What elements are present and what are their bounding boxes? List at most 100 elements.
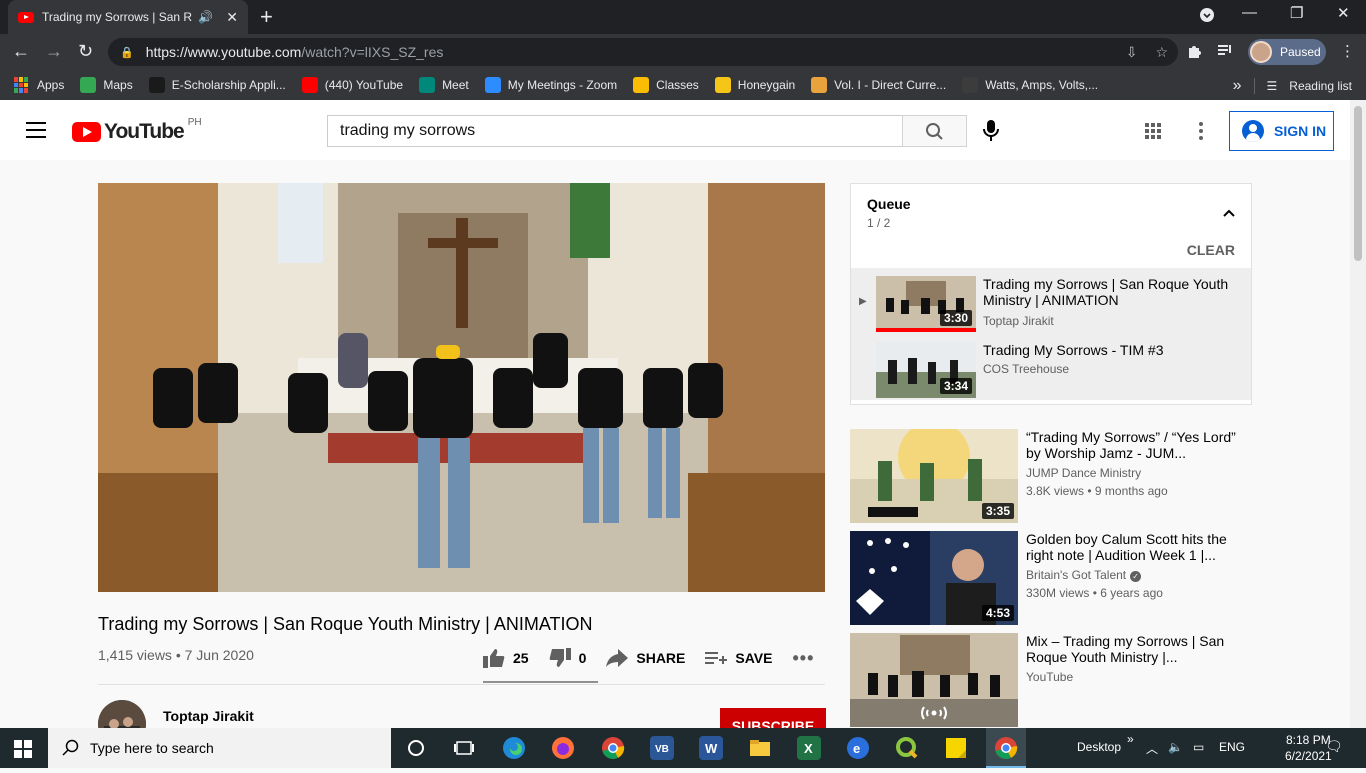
queue-thumbnail[interactable]: 3:34	[876, 342, 976, 398]
extensions-puzzle-icon[interactable]	[1186, 43, 1202, 63]
edge-icon[interactable]	[502, 736, 526, 760]
back-icon[interactable]: ←	[12, 41, 30, 61]
close-tab-icon[interactable]: ✕	[226, 9, 238, 26]
bookmark-maps[interactable]: Maps	[80, 77, 133, 93]
desktop-toolbar[interactable]: Desktop	[1077, 740, 1121, 754]
speaker-icon[interactable]: 🔊	[198, 10, 213, 24]
bookmark-meet[interactable]: Meet	[419, 77, 469, 93]
bookmark-youtube[interactable]: (440) YouTube	[301, 77, 403, 93]
media-control-icon[interactable]	[1218, 43, 1234, 61]
queue-item[interactable]: ▶ 3:30 Trading my Sorrows | San Roque Yo…	[851, 268, 1251, 334]
volume-icon[interactable]: 🔈	[1168, 740, 1183, 754]
install-app-icon[interactable]: ⇩	[1126, 44, 1138, 61]
youtube-apps-icon[interactable]	[1145, 123, 1161, 139]
forward-icon[interactable]: →	[45, 41, 63, 61]
lock-icon[interactable]: 🔒	[120, 46, 134, 59]
windows-start-icon[interactable]	[14, 740, 32, 758]
battery-icon[interactable]: ▭	[1193, 740, 1204, 754]
cortana-icon[interactable]	[404, 736, 428, 760]
bookmark-watts-amps[interactable]: Watts, Amps, Volts,...	[962, 77, 1098, 93]
task-view-icon[interactable]	[452, 736, 476, 760]
tab-title: Trading my Sorrows | San Ro	[42, 10, 192, 24]
notifications-icon[interactable]: 🗨	[1325, 738, 1343, 755]
reading-list-label[interactable]: Reading list	[1289, 79, 1352, 93]
like-button[interactable]: 25	[483, 648, 529, 668]
reading-list-icon[interactable]: ☰	[1267, 79, 1278, 93]
tab-search-icon[interactable]	[1200, 8, 1214, 26]
queue-item-title[interactable]: Trading My Sorrows - TIM #3	[983, 342, 1238, 358]
queue-item-title[interactable]: Trading my Sorrows | San Roque Youth Min…	[983, 276, 1238, 308]
svg-text:e: e	[853, 741, 860, 756]
related-thumbnail[interactable]: 3:35	[850, 429, 1018, 523]
queue-item-channel: COS Treehouse	[983, 362, 1070, 376]
bookmark-zoom[interactable]: My Meetings - Zoom	[484, 77, 617, 93]
qgis-icon[interactable]	[895, 736, 919, 760]
related-title[interactable]: Mix – Trading my Sorrows | San Roque You…	[1026, 633, 1236, 665]
lightbulb-icon	[962, 77, 979, 93]
related-mix[interactable]: Mix – Trading my Sorrows | San Roque You…	[850, 633, 1250, 727]
svg-text:X: X	[804, 741, 813, 756]
toolbar-overflow-icon[interactable]: »	[1127, 732, 1134, 746]
scrollbar-thumb[interactable]	[1354, 106, 1362, 261]
bookmark-classes[interactable]: Classes	[633, 77, 699, 93]
file-explorer-icon[interactable]	[748, 736, 772, 760]
tray-expand-icon[interactable]: ︿	[1146, 740, 1158, 757]
channel-name[interactable]: Toptap Jirakit	[163, 708, 254, 724]
related-channel[interactable]: YouTube	[1026, 670, 1073, 684]
reload-icon[interactable]: ↻	[78, 41, 93, 61]
save-button[interactable]: SAVE	[705, 650, 772, 666]
excel-icon[interactable]: X	[797, 736, 821, 760]
related-video[interactable]: 4:53 Golden boy Calum Scott hits the rig…	[850, 531, 1250, 625]
chrome-menu-icon[interactable]: ⋮	[1340, 42, 1355, 60]
page-scrollbar[interactable]	[1350, 100, 1366, 728]
voice-search-mic-icon[interactable]	[982, 120, 1000, 147]
new-tab-button[interactable]: +	[260, 5, 273, 29]
related-title[interactable]: Golden boy Calum Scott hits the right no…	[1026, 531, 1236, 563]
bookmark-star-icon[interactable]: ☆	[1155, 44, 1168, 61]
search-button[interactable]	[902, 115, 967, 147]
video-player[interactable]	[98, 183, 825, 592]
chevron-up-icon[interactable]	[1223, 204, 1235, 222]
chrome-icon[interactable]	[601, 736, 625, 760]
thumbs-up-icon	[483, 649, 505, 668]
bookmark-e-scholarship[interactable]: E-Scholarship Appli...	[148, 77, 286, 93]
svg-text:VB: VB	[655, 744, 669, 755]
sign-in-button[interactable]: SIGN IN	[1229, 111, 1334, 151]
bookmarks-overflow-icon[interactable]: »	[1233, 77, 1242, 95]
sticky-notes-icon[interactable]	[944, 736, 968, 760]
queue-clear-button[interactable]: CLEAR	[1187, 242, 1235, 258]
firefox-icon[interactable]	[551, 736, 575, 760]
related-video[interactable]: 3:35 “Trading My Sorrows” / “Yes Lord” b…	[850, 429, 1250, 523]
address-bar[interactable]: 🔒 https://www.youtube.com/watch?v=lIXS_S…	[108, 38, 1178, 66]
bookmarks-divider	[1253, 78, 1255, 94]
queue-thumbnail[interactable]: 3:30	[876, 276, 976, 332]
youtube-play-icon	[72, 122, 101, 142]
queue-item[interactable]: 3:34 Trading My Sorrows - TIM #3 COS Tre…	[851, 334, 1251, 400]
dislike-button[interactable]: 0	[549, 648, 586, 668]
browser-tab-active[interactable]: Trading my Sorrows | San Ro 🔊 ✕	[8, 0, 248, 34]
related-title[interactable]: “Trading My Sorrows” / “Yes Lord” by Wor…	[1026, 429, 1236, 461]
bookmark-apps[interactable]: Apps	[14, 77, 64, 93]
profile-button[interactable]: Paused	[1248, 39, 1326, 65]
settings-menu-icon[interactable]	[1199, 122, 1203, 143]
hamburger-menu-icon[interactable]	[26, 122, 46, 138]
vb-app-icon[interactable]: VB	[650, 736, 674, 760]
share-button[interactable]: SHARE	[606, 649, 685, 667]
mix-thumbnail[interactable]	[850, 633, 1018, 727]
bookmark-direct-current[interactable]: Vol. I - Direct Curre...	[811, 77, 946, 93]
close-window-icon[interactable]: ✕	[1337, 4, 1350, 22]
chrome-active-taskbar-icon[interactable]	[986, 728, 1026, 768]
search-input[interactable]: trading my sorrows	[327, 115, 903, 147]
youtube-logo[interactable]: YouTube PH	[72, 117, 202, 144]
minimize-icon[interactable]: —	[1242, 4, 1257, 21]
bookmark-honeygain[interactable]: Honeygain	[714, 77, 795, 93]
word-icon[interactable]: W	[699, 736, 723, 760]
restore-icon[interactable]: ❐	[1290, 4, 1303, 22]
taskbar-search-input[interactable]: Type here to search	[48, 728, 391, 768]
related-thumbnail[interactable]: 4:53	[850, 531, 1018, 625]
app-e-icon[interactable]: e	[846, 736, 870, 760]
more-actions-icon[interactable]: •••	[792, 648, 814, 669]
input-language[interactable]: ENG	[1219, 740, 1245, 754]
related-channel[interactable]: Britain's Got Talent ✓	[1026, 568, 1142, 582]
related-channel[interactable]: JUMP Dance Ministry	[1026, 466, 1141, 480]
